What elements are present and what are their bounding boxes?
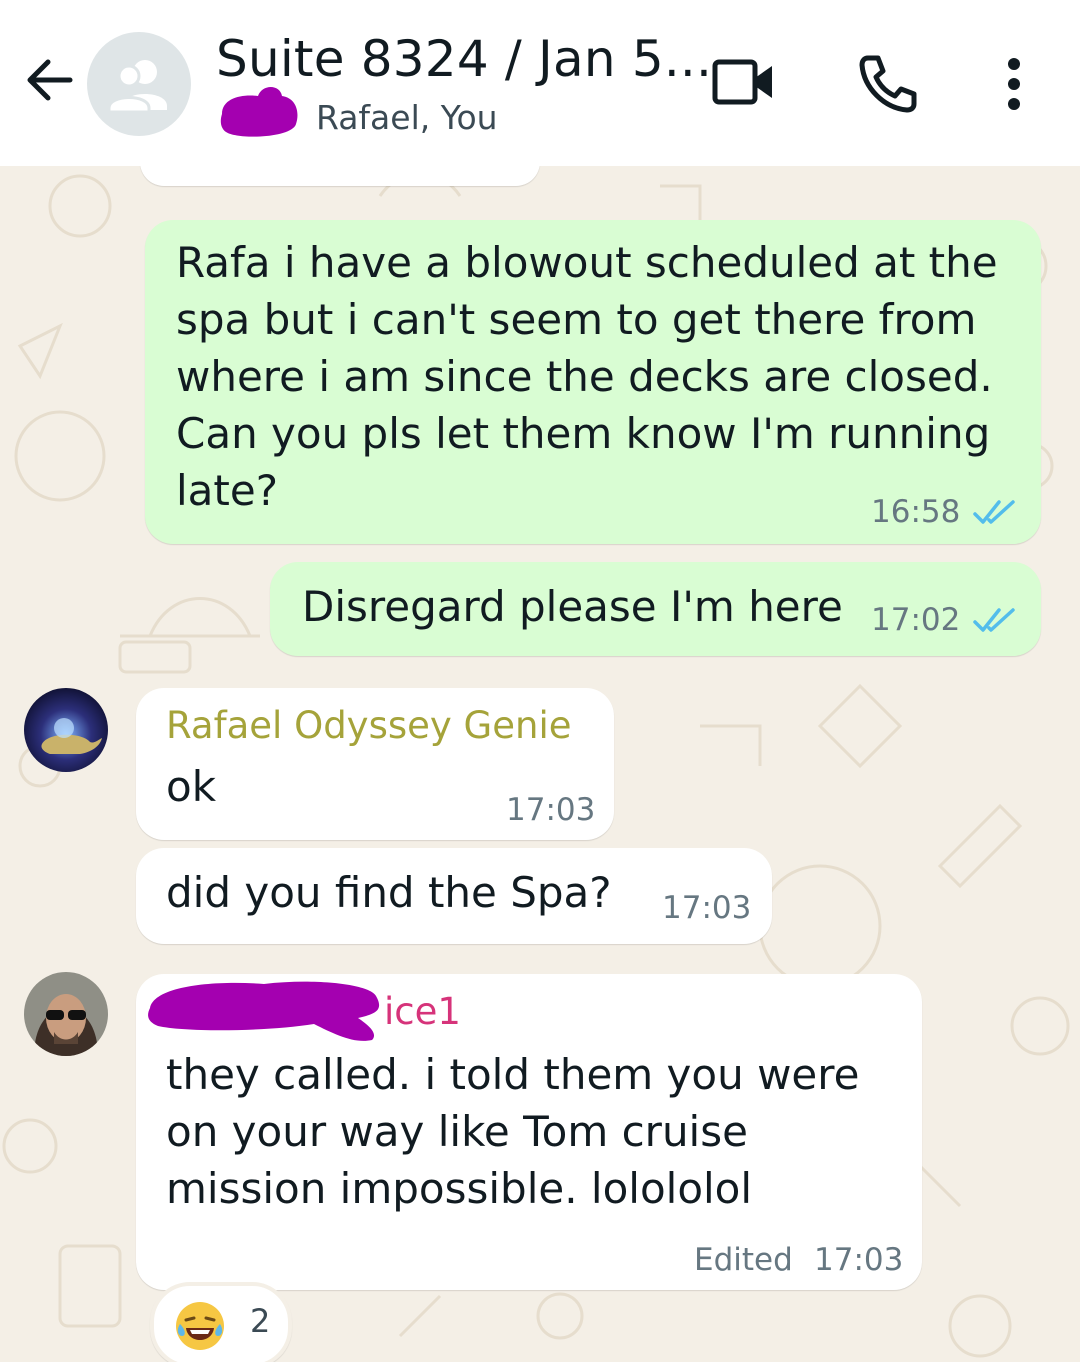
message-time: 17:03	[662, 890, 752, 926]
more-vert-icon[interactable]	[996, 54, 1032, 114]
message-line: Can you pls let them know I'm running	[176, 409, 991, 458]
read-receipt-icon	[973, 608, 1015, 632]
message-text: Disregard please I'm here	[302, 582, 843, 631]
message-time: 16:58	[871, 494, 961, 530]
message-text: ok	[166, 762, 217, 811]
incoming-message[interactable]: did you find the Spa? 17:03	[136, 848, 772, 944]
message-line: where i am since the decks are closed.	[176, 352, 993, 401]
incoming-message[interactable]: Rafael Odyssey Genie ok 17:03	[136, 688, 614, 840]
previous-message-bubble	[140, 166, 540, 186]
participants-text: Rafael, You	[316, 98, 498, 137]
redaction-mark	[148, 981, 380, 1041]
sender-name[interactable]: ice1	[384, 990, 461, 1033]
reaction-count: 2	[250, 1302, 271, 1340]
group-avatar[interactable]	[87, 32, 191, 136]
laughing-emoji-icon	[176, 1302, 224, 1350]
group-icon	[107, 60, 167, 114]
message-time: 17:03	[506, 792, 596, 828]
chat-area[interactable]: Rafa i have a blowout scheduled at the s…	[0, 166, 1080, 1362]
redaction-mark	[220, 87, 298, 137]
message-line: mission impossible. lolololol	[166, 1164, 753, 1213]
sender-avatar[interactable]	[24, 972, 108, 1056]
message-line: spa but i can't seem to get there from	[176, 295, 977, 344]
phone-icon[interactable]	[856, 52, 918, 114]
read-receipt-icon	[973, 500, 1015, 524]
message-text: did you find the Spa?	[166, 868, 612, 917]
back-arrow-icon[interactable]	[18, 48, 82, 112]
outgoing-message[interactable]: Disregard please I'm here 17:02	[270, 562, 1041, 656]
video-call-icon[interactable]	[712, 58, 776, 108]
profile-photo	[24, 972, 108, 1056]
outgoing-message[interactable]: Rafa i have a blowout scheduled at the s…	[145, 220, 1041, 544]
chat-header: Suite 8324 / Jan 5... Rafael, You	[0, 0, 1080, 166]
message-line: on your way like Tom cruise	[166, 1107, 748, 1156]
incoming-message[interactable]: ice1 they called. i told them you were o…	[136, 974, 922, 1290]
sender-name[interactable]: Rafael Odyssey Genie	[166, 704, 571, 747]
genie-lamp-image	[24, 688, 108, 772]
chat-title[interactable]: Suite 8324 / Jan 5...	[216, 30, 712, 88]
message-line: they called. i told them you were	[166, 1050, 860, 1099]
message-time: 17:03	[814, 1242, 904, 1278]
message-line: Rafa i have a blowout scheduled at the	[176, 238, 998, 287]
edited-label: Edited	[694, 1242, 793, 1278]
message-line: late?	[176, 466, 279, 515]
message-time: 17:02	[871, 602, 961, 638]
sender-avatar[interactable]	[24, 688, 108, 772]
reaction-pill[interactable]: 2	[150, 1282, 292, 1362]
